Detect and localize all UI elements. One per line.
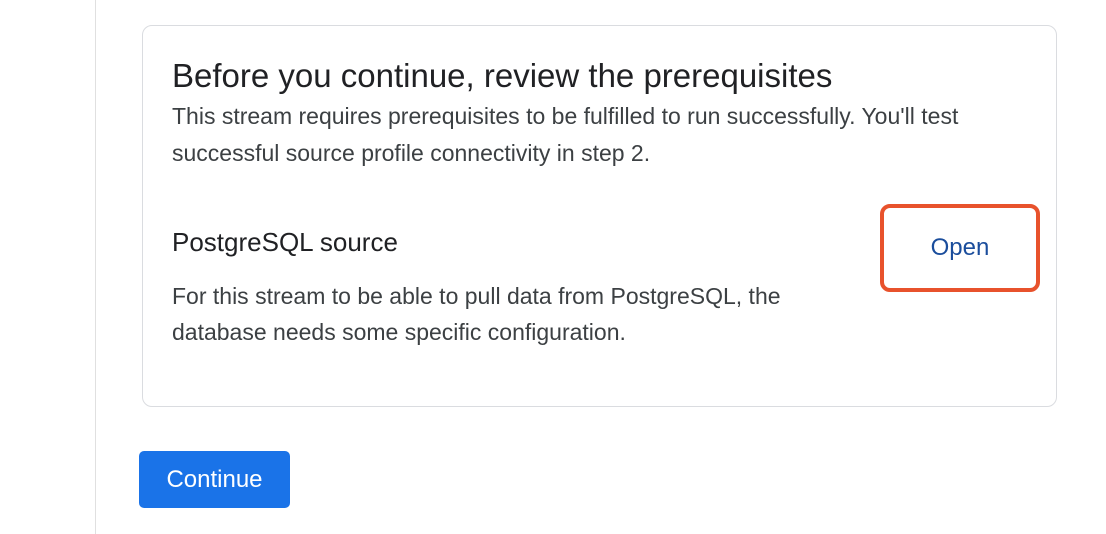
prerequisites-description: This stream requires prerequisites to be…: [172, 103, 959, 166]
prerequisites-card: Before you continue, review the prerequi…: [142, 25, 1057, 407]
postgresql-source-description: For this stream to be able to pull data …: [172, 283, 781, 345]
left-rail-divider: [95, 0, 96, 534]
page: Before you continue, review the prerequi…: [0, 0, 1106, 534]
open-button-highlight: Open: [880, 204, 1040, 292]
postgresql-source-title: PostgreSQL source: [172, 227, 398, 257]
open-button[interactable]: Open: [898, 222, 1022, 274]
prerequisites-title: Before you continue, review the prerequi…: [172, 57, 833, 94]
continue-button[interactable]: Continue: [139, 451, 290, 508]
